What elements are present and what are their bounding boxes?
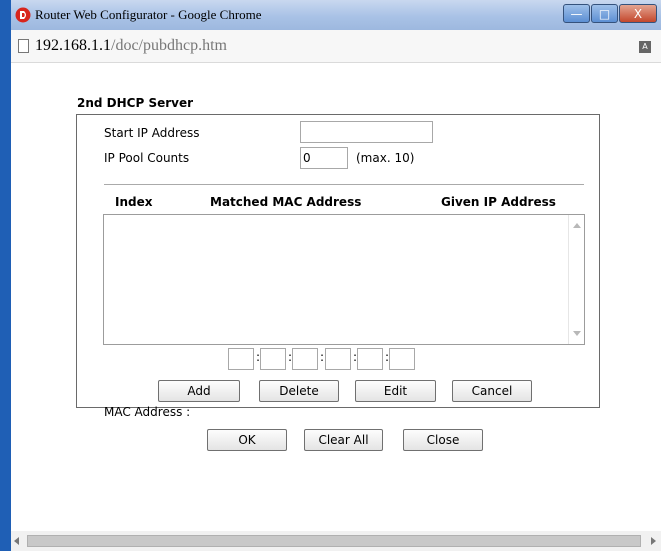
mac-octet-6-input[interactable] bbox=[389, 348, 415, 370]
ok-button[interactable]: OK bbox=[207, 429, 287, 451]
section-title: 2nd DHCP Server bbox=[77, 96, 194, 110]
mac-octet-1-input[interactable] bbox=[228, 348, 254, 370]
url-text[interactable]: 192.168.1.1/doc/pubdhcp.htm bbox=[35, 37, 227, 55]
scroll-left-arrow-icon[interactable] bbox=[14, 537, 19, 545]
mac-ip-list[interactable] bbox=[103, 214, 585, 345]
scroll-up-arrow-icon[interactable] bbox=[573, 223, 581, 228]
scroll-down-arrow-icon[interactable] bbox=[573, 331, 581, 336]
scrollbar-thumb[interactable] bbox=[27, 535, 641, 547]
horizontal-scrollbar[interactable] bbox=[11, 531, 661, 551]
close-button[interactable]: Close bbox=[403, 429, 483, 451]
ip-pool-counts-hint: (max. 10) bbox=[356, 151, 415, 165]
address-bar[interactable]: 192.168.1.1/doc/pubdhcp.htm A bbox=[11, 30, 661, 63]
mac-octet-3-input[interactable] bbox=[292, 348, 318, 370]
scroll-right-arrow-icon[interactable] bbox=[651, 537, 656, 545]
mac-octet-2-input[interactable] bbox=[260, 348, 286, 370]
minimize-icon: — bbox=[570, 7, 583, 21]
page-icon bbox=[18, 39, 29, 53]
edit-button[interactable]: Edit bbox=[355, 380, 436, 402]
add-button[interactable]: Add bbox=[158, 380, 240, 402]
ip-pool-counts-input[interactable]: 0 bbox=[300, 147, 348, 169]
desktop-edge bbox=[0, 0, 11, 551]
close-icon: X bbox=[633, 7, 643, 21]
cancel-button[interactable]: Cancel bbox=[452, 380, 532, 402]
column-header-index: Index bbox=[115, 195, 153, 209]
maximize-button[interactable]: □ bbox=[591, 4, 618, 23]
column-header-given-ip: Given IP Address bbox=[441, 195, 556, 209]
window-title: Router Web Configurator - Google Chrome bbox=[35, 7, 262, 22]
column-header-matched-mac: Matched MAC Address bbox=[210, 195, 362, 209]
minimize-button[interactable]: — bbox=[563, 4, 590, 23]
url-host: 192.168.1.1 bbox=[35, 37, 111, 54]
vigor-logo-icon bbox=[15, 7, 31, 23]
mac-address-label: MAC Address : bbox=[104, 405, 191, 419]
close-window-button[interactable]: X bbox=[619, 4, 657, 23]
start-ip-label: Start IP Address bbox=[104, 126, 200, 140]
page-content: 2nd DHCP Server Start IP Address IP Pool… bbox=[11, 63, 661, 517]
url-path: /doc/pubdhcp.htm bbox=[111, 37, 227, 54]
ip-pool-counts-label: IP Pool Counts bbox=[104, 151, 190, 165]
browser-window: Router Web Configurator - Google Chrome … bbox=[11, 0, 661, 551]
mac-octet-5-input[interactable] bbox=[357, 348, 383, 370]
divider bbox=[104, 184, 584, 185]
mac-octet-4-input[interactable] bbox=[325, 348, 351, 370]
clear-all-button[interactable]: Clear All bbox=[304, 429, 383, 451]
maximize-icon: □ bbox=[598, 7, 611, 21]
translate-icon[interactable]: A bbox=[639, 41, 651, 53]
list-scrollbar[interactable] bbox=[568, 215, 584, 344]
title-bar: Router Web Configurator - Google Chrome … bbox=[11, 0, 661, 31]
delete-button[interactable]: Delete bbox=[259, 380, 339, 402]
start-ip-input[interactable] bbox=[300, 121, 433, 143]
mac-separator: : bbox=[320, 350, 325, 364]
